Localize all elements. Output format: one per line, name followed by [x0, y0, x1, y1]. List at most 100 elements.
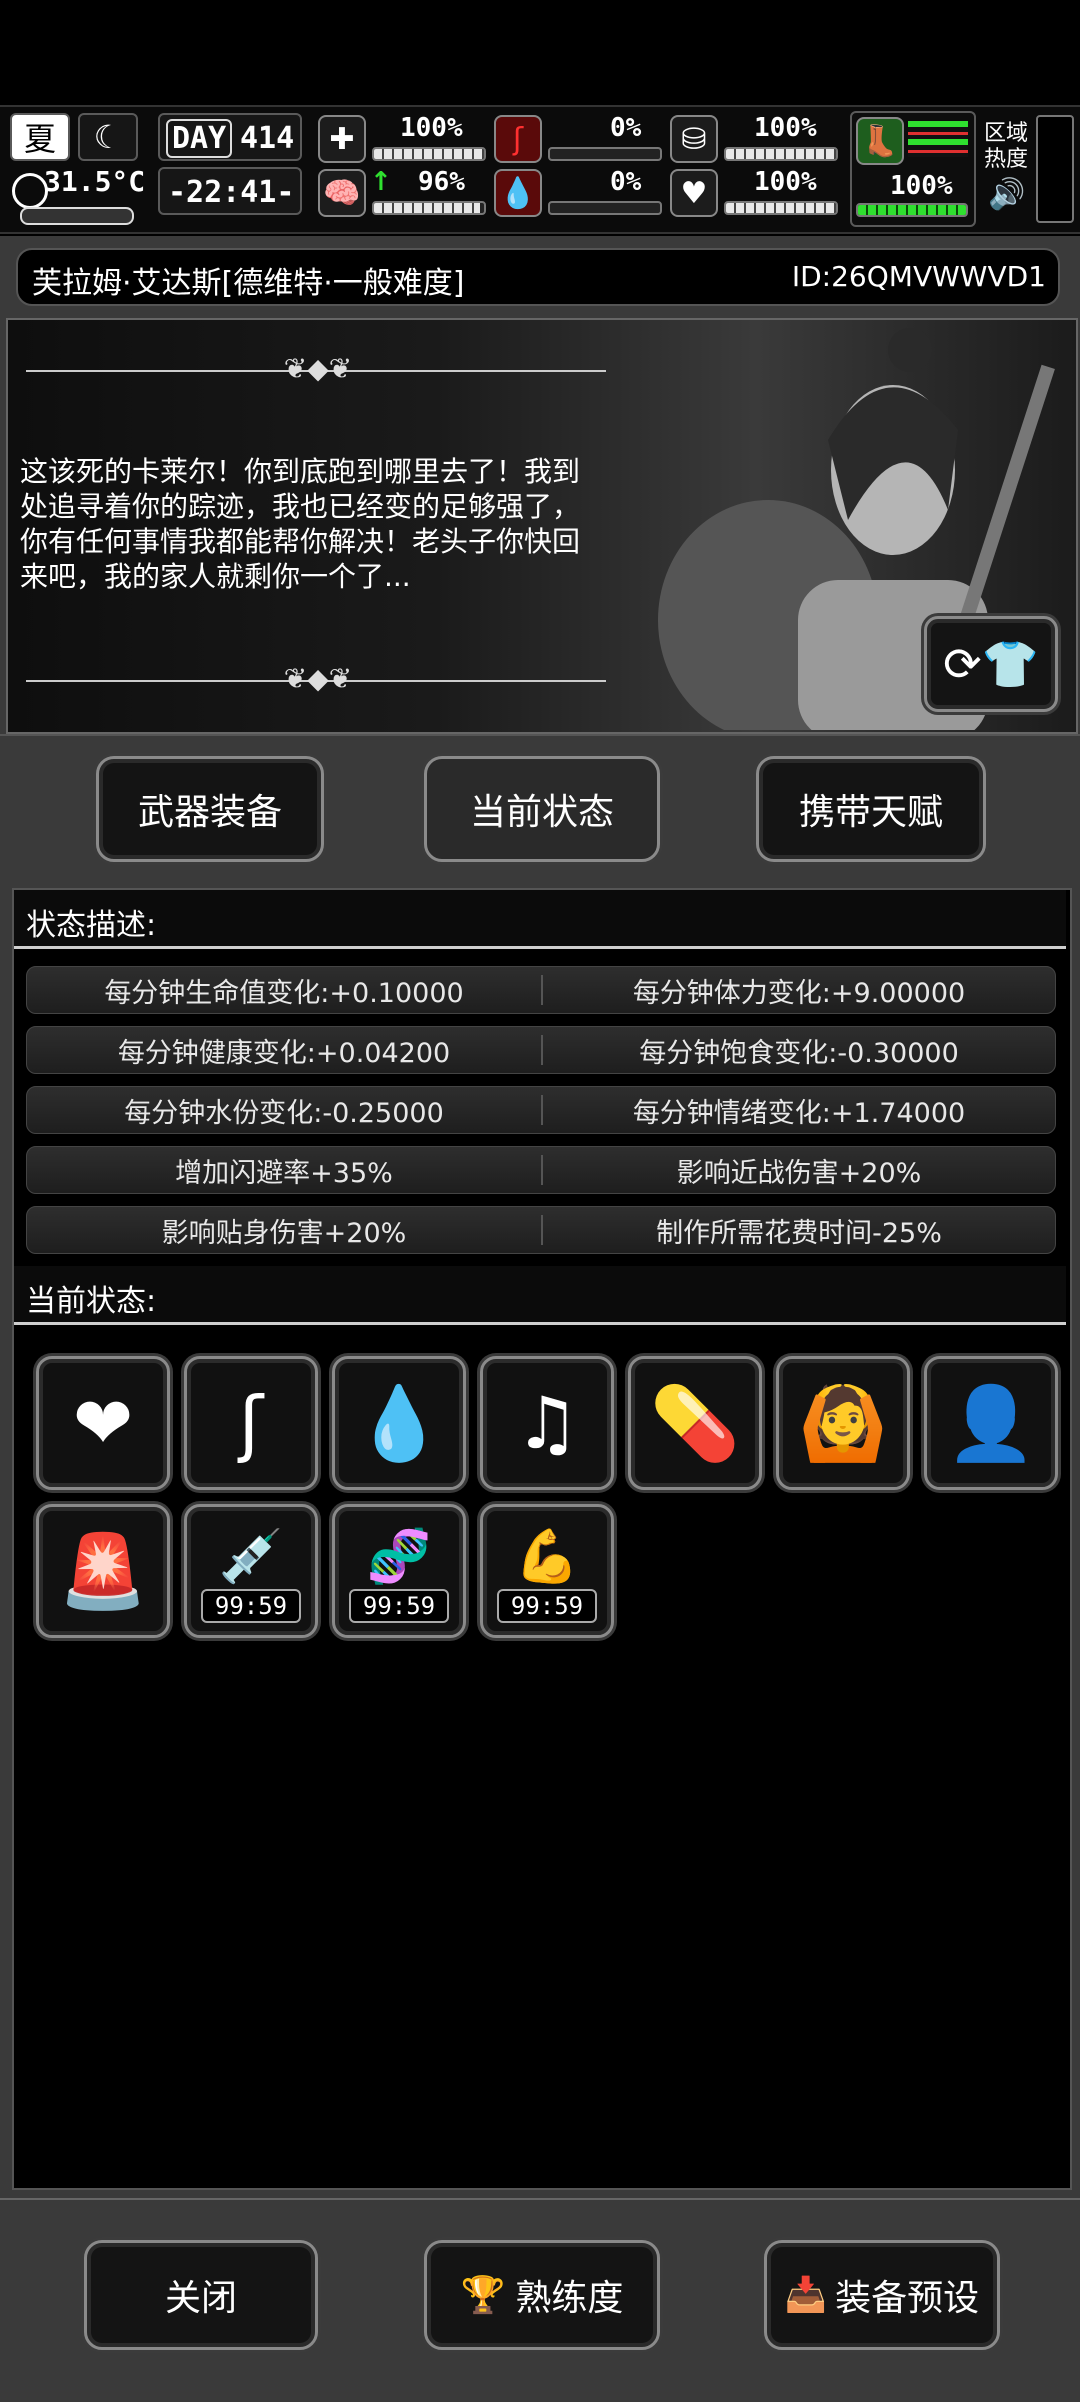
close-button[interactable]: 关闭	[84, 2240, 318, 2350]
proficiency-button[interactable]: 🏆 熟练度	[424, 2240, 660, 2350]
medkit-icon: ✚	[318, 115, 366, 163]
blood-drop-icon: 💧	[494, 169, 542, 217]
bladder-bar	[724, 147, 838, 161]
moon-icon: ☾	[78, 113, 138, 161]
character-name-bar: 芙拉姆·艾达斯[德维特·一般难度] ID:26QMVWWVD1	[16, 248, 1060, 306]
ornament-top-flourish: ❦◆❦	[283, 352, 353, 385]
tab-weapons[interactable]: 武器装备	[96, 756, 324, 862]
boot-icon: 👢	[856, 117, 904, 165]
temperature-bar	[20, 207, 134, 225]
stat-text: 增加闪避率+35%	[175, 1157, 393, 1189]
stat-text: 每分钟体力变化:+9.00000	[632, 977, 966, 1009]
effect-timer: 99:59	[349, 1589, 449, 1623]
arm-injection-icon: 💪	[514, 1526, 580, 1587]
status-effect-arm-injection[interactable]: 💪 99:59	[480, 1504, 614, 1638]
time-readout: -22:41-	[168, 175, 295, 210]
temperature-readout: 31.5°C	[44, 165, 146, 198]
stat-row: 每分钟水份变化:-0.25000 每分钟情绪变化:+1.74000	[26, 1086, 1056, 1134]
medicine-icon: 💊	[650, 1380, 740, 1465]
stat-row: 每分钟健康变化:+0.04200 每分钟饱食变化:-0.30000	[26, 1026, 1056, 1074]
preset-icon: 📥	[784, 2275, 828, 2315]
character-quote: 这该死的卡莱尔！你到底跑到哪里去了！我到处追寻着你的踪迹，我也已经变的足够强了，…	[20, 455, 581, 593]
head-icon: 👤	[946, 1380, 1036, 1465]
stamina-bar	[856, 203, 968, 217]
region-heat-bar	[1036, 115, 1074, 223]
tab-status[interactable]: 当前状态	[424, 756, 660, 862]
stomach-value: 0%	[610, 113, 642, 143]
status-effect-music-heart[interactable]: ♫	[480, 1356, 614, 1490]
stamina-value: 100%	[890, 171, 953, 201]
stamina-panel: 👢 100%	[850, 111, 976, 227]
effect-timer: 99:59	[497, 1589, 597, 1623]
close-label: 关闭	[164, 2278, 237, 2319]
proficiency-label: 熟练度	[515, 2278, 624, 2319]
portrait-frame: ❦◆❦ ❦◆❦ 这该死的卡莱尔！你到底跑到哪里去了！我到处追寻着你的踪迹，我也已…	[6, 318, 1078, 734]
stomach-bar	[548, 147, 662, 161]
status-effect-dna[interactable]: 🧬 99:59	[332, 1504, 466, 1638]
stat-text: 影响贴身伤害+20%	[161, 1217, 407, 1249]
heart-value: 100%	[754, 167, 817, 197]
character-header: 芙拉姆·艾达斯[德维特·一般难度] ID:26QMVWWVD1	[0, 236, 1080, 314]
status-desc-title: 状态描述:	[26, 908, 157, 943]
effect-timer: 99:59	[201, 1589, 301, 1623]
blood-bar	[548, 201, 662, 215]
character-id: ID:26QMVWWVD1	[791, 260, 1046, 293]
day-label: DAY	[166, 119, 233, 158]
current-status-title: 当前状态:	[26, 1284, 157, 1319]
alarm-person-icon: 🚨	[58, 1528, 148, 1613]
season-label: 夏	[23, 120, 56, 158]
tab-talents-label: 携带天赋	[798, 792, 943, 833]
status-effect-syringe[interactable]: 💉 99:59	[184, 1504, 318, 1638]
stamina-lines	[908, 121, 968, 157]
change-outfit-button[interactable]: ⟳👕	[924, 616, 1058, 712]
status-effect-medicine[interactable]: 💊	[628, 1356, 762, 1490]
status-effect-head[interactable]: 👤	[924, 1356, 1058, 1490]
status-icon-grid: ❤ ʃ 💧 ♫ 💊 🙆 👤 🚨 💉 99:59 🧬 99:59 💪 99:59	[14, 1338, 1066, 1638]
dna-icon: 🧬	[366, 1526, 432, 1587]
region-heat-label: 区域 热度	[984, 121, 1029, 172]
health-kit-bar	[372, 147, 486, 161]
music-heart-icon: ♫	[514, 1381, 580, 1465]
tab-status-label: 当前状态	[469, 792, 614, 833]
syringe-icon: 💉	[218, 1526, 284, 1587]
clock: -22:41-	[158, 167, 302, 215]
stomach-icon: ʃ	[494, 115, 542, 163]
tab-bar: 武器装备 当前状态 携带天赋	[0, 734, 1080, 882]
arrow-up-icon: ↑	[370, 167, 392, 197]
stretch-icon: 🙆	[798, 1380, 888, 1465]
character-name: 芙拉姆·艾达斯[德维特·一般难度]	[32, 266, 465, 301]
stat-row: 每分钟生命值变化:+0.10000 每分钟体力变化:+9.00000	[26, 966, 1056, 1014]
tab-weapons-label: 武器装备	[137, 792, 282, 833]
stat-text: 每分钟水份变化:-0.25000	[124, 1097, 444, 1129]
status-effect-water-drop[interactable]: 💧	[332, 1356, 466, 1490]
heart-bar	[724, 201, 838, 215]
stat-text: 每分钟饱食变化:-0.30000	[639, 1037, 959, 1069]
speaker-icon[interactable]: 🔊	[988, 177, 1025, 212]
health-kit-value: 100%	[400, 113, 463, 143]
stat-text: 影响近战伤害+20%	[676, 1157, 922, 1189]
status-effect-stomach[interactable]: ʃ	[184, 1356, 318, 1490]
day-number: 414	[240, 121, 295, 156]
heart-icon: ❤	[72, 1381, 134, 1465]
bladder-icon: ⛁	[670, 115, 718, 163]
blood-value: 0%	[610, 167, 642, 197]
status-effect-heart[interactable]: ❤	[36, 1356, 170, 1490]
footer-bar: 关闭 🏆 熟练度 📥 装备预设	[0, 2198, 1080, 2402]
thermometer-icon	[12, 173, 48, 209]
stat-text: 每分钟生命值变化:+0.10000	[104, 977, 464, 1009]
top-hud: 夏 ☾ 31.5°C DAY 414 -22:41- ✚ 100% ʃ 0% ⛁…	[0, 105, 1080, 234]
status-effect-alarm-person[interactable]: 🚨	[36, 1504, 170, 1638]
tab-talents[interactable]: 携带天赋	[756, 756, 986, 862]
season-badge: 夏	[10, 113, 70, 161]
stomach-icon: ʃ	[238, 1381, 264, 1465]
status-panel: 状态描述: 每分钟生命值变化:+0.10000 每分钟体力变化:+9.00000…	[0, 880, 1080, 2198]
brain-icon: 🧠	[318, 169, 366, 217]
stat-text: 每分钟健康变化:+0.04200	[117, 1037, 451, 1069]
equipment-preset-button[interactable]: 📥 装备预设	[764, 2240, 1000, 2350]
outfit-swap-icon: ⟳👕	[943, 636, 1039, 691]
status-effect-stretch[interactable]: 🙆	[776, 1356, 910, 1490]
preset-label: 装备预设	[835, 2278, 980, 2319]
brain-bar	[372, 201, 486, 215]
stat-text: 每分钟情绪变化:+1.74000	[632, 1097, 966, 1129]
stat-row: 增加闪避率+35% 影响近战伤害+20%	[26, 1146, 1056, 1194]
